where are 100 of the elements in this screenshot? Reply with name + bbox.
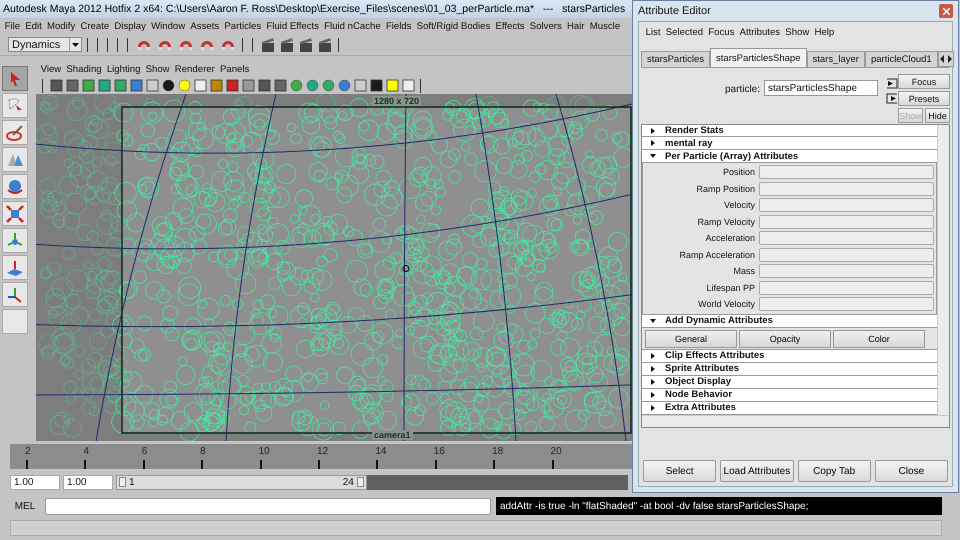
section-header[interactable]: Node Behavior [642, 388, 937, 402]
menu-item[interactable]: Attributes [736, 26, 783, 38]
start-time-field[interactable]: 1.00 [10, 474, 60, 490]
section-header[interactable]: mental ray [642, 137, 937, 150]
section-header[interactable]: Clip Effects Attributes [642, 350, 937, 363]
section-header[interactable]: Add Dynamic Attributes [642, 314, 937, 328]
add-attribute-button[interactable]: Color [833, 330, 925, 348]
frame-number: 8 [200, 446, 206, 459]
panel-menu-item[interactable]: Panels [217, 64, 252, 75]
menu-item[interactable]: Hair [564, 20, 588, 32]
attribute-field[interactable] [759, 165, 934, 180]
menu-item[interactable]: Effects [492, 20, 528, 32]
side-button[interactable]: Presets [898, 91, 950, 106]
menu-item[interactable]: Assets [188, 20, 222, 32]
menu-item[interactable]: Edit [22, 20, 44, 32]
menu-item[interactable]: Particles [222, 20, 264, 32]
range-end-handle[interactable] [356, 477, 364, 487]
side-button[interactable]: Hide [925, 108, 950, 123]
menu-item[interactable]: Create [78, 20, 112, 32]
expanded-triangle-icon[interactable] [650, 153, 656, 160]
attribute-field[interactable] [759, 214, 934, 229]
current-time-field[interactable]: 1.00 [63, 474, 113, 490]
panel-menu-item[interactable]: Shading [64, 64, 104, 75]
side-button[interactable]: Focus [898, 74, 950, 89]
editor-button[interactable]: Select [643, 460, 716, 482]
expanded-triangle-icon[interactable] [650, 318, 656, 324]
section-header[interactable]: Object Display [642, 376, 937, 389]
caret-icon [72, 42, 79, 46]
menu-set-dropdown[interactable]: Dynamics [8, 37, 82, 52]
clapperboard-icon[interactable] [317, 36, 333, 52]
node-tab[interactable]: starsParticles [641, 51, 710, 67]
viewport[interactable]: 1280 x 720 camera1 [36, 94, 632, 441]
menu-item[interactable]: Show [782, 26, 812, 38]
add-attribute-button[interactable]: General [645, 330, 737, 348]
menu-item[interactable]: Focus [706, 26, 737, 38]
menu-item[interactable]: Fluid Effects [264, 20, 322, 32]
menu-item[interactable]: List [643, 26, 664, 38]
frame-ruler[interactable]: 2 4 6 8 10 12 14 16 18 20 [10, 444, 632, 469]
menu-item[interactable]: Display [112, 20, 148, 32]
node-type-label: particle: [725, 84, 760, 95]
frame-number: 2 [25, 446, 31, 459]
input-connection-icon[interactable] [886, 78, 898, 89]
attribute-label: Ramp Velocity [696, 216, 755, 227]
menu-item[interactable]: Fields [383, 20, 414, 32]
panel-menu-item[interactable]: Lighting [104, 64, 144, 75]
attribute-field[interactable] [759, 280, 934, 295]
tab-arrows-icon [938, 55, 953, 63]
attribute-field[interactable] [759, 297, 934, 312]
horizontal-scrollbar[interactable] [642, 415, 949, 427]
frame-number: 14 [375, 446, 386, 459]
range-start-handle[interactable] [119, 477, 126, 487]
panel-menu-item[interactable]: Renderer [172, 64, 218, 75]
attribute-field[interactable] [759, 264, 934, 278]
menu-item[interactable]: Window [148, 20, 188, 32]
editor-button[interactable]: Load Attributes [720, 460, 794, 482]
close-icon [942, 8, 950, 14]
attribute-label: Acceleration [704, 233, 755, 244]
output-connection-icon[interactable] [886, 93, 898, 104]
editor-button[interactable]: Copy Tab [798, 460, 871, 482]
node-tab[interactable]: starsParticlesShape [710, 48, 806, 67]
attribute-field[interactable] [759, 198, 934, 212]
tab-scroll-arrows[interactable] [938, 51, 954, 67]
menu-item[interactable]: File [2, 20, 23, 32]
vertical-scrollbar[interactable] [937, 125, 949, 415]
command-input-field[interactable] [45, 498, 491, 514]
range-start-label: 1 [129, 476, 135, 488]
menu-item[interactable]: Help [812, 26, 837, 38]
close-button[interactable] [939, 4, 953, 18]
attribute-label: Ramp Acceleration [678, 250, 755, 260]
menu-item[interactable]: Muscle [587, 20, 623, 32]
frame-number: 18 [492, 446, 504, 459]
section-header[interactable]: Render Stats [642, 125, 937, 137]
node-tab[interactable]: stars_layer [806, 51, 865, 67]
attribute-label: Mass [732, 266, 755, 276]
attribute-label: Lifespan PP [705, 282, 755, 293]
panel-menu-item[interactable]: View [38, 64, 64, 75]
clapperboard-icon[interactable] [298, 36, 314, 52]
menu-item[interactable]: Solvers [527, 20, 564, 32]
section-header[interactable]: Sprite Attributes [642, 362, 937, 376]
menu-item[interactable]: Fluid nCache [322, 20, 384, 32]
menu-item[interactable]: Soft/Rigid Bodies [414, 20, 493, 32]
panel-menu-item[interactable]: Show [143, 64, 172, 75]
attribute-field[interactable] [759, 248, 934, 262]
section-header[interactable]: Per Particle (Array) Attributes [642, 150, 937, 164]
menu-item[interactable]: Selected [663, 26, 706, 38]
node-tab[interactable]: particleCloud1 [864, 51, 938, 67]
collapsed-triangle-icon[interactable] [650, 128, 656, 134]
node-name-field[interactable]: starsParticlesShape [764, 80, 878, 96]
add-attribute-button[interactable]: Opacity [739, 330, 831, 348]
mel-label: MEL [14, 500, 36, 512]
attribute-field[interactable] [759, 182, 934, 196]
attribute-field[interactable] [759, 231, 934, 246]
clapperboard-icon[interactable] [279, 36, 295, 52]
menu-item[interactable]: Modify [44, 20, 78, 32]
attribute-label: Position [722, 167, 755, 178]
clapperboard-icon[interactable] [260, 36, 276, 52]
window-title: Autodesk Maya 2012 Hotfix 2 x64: C:\Users\Aaron F. Ross\Desktop\Exercise_Files\scenes\01_03_perParticle.ma* --- starsParticles [3, 3, 626, 15]
frame-number: 4 [83, 446, 89, 459]
editor-button[interactable]: Close [874, 460, 948, 482]
section-header[interactable]: Extra Attributes [642, 402, 937, 415]
